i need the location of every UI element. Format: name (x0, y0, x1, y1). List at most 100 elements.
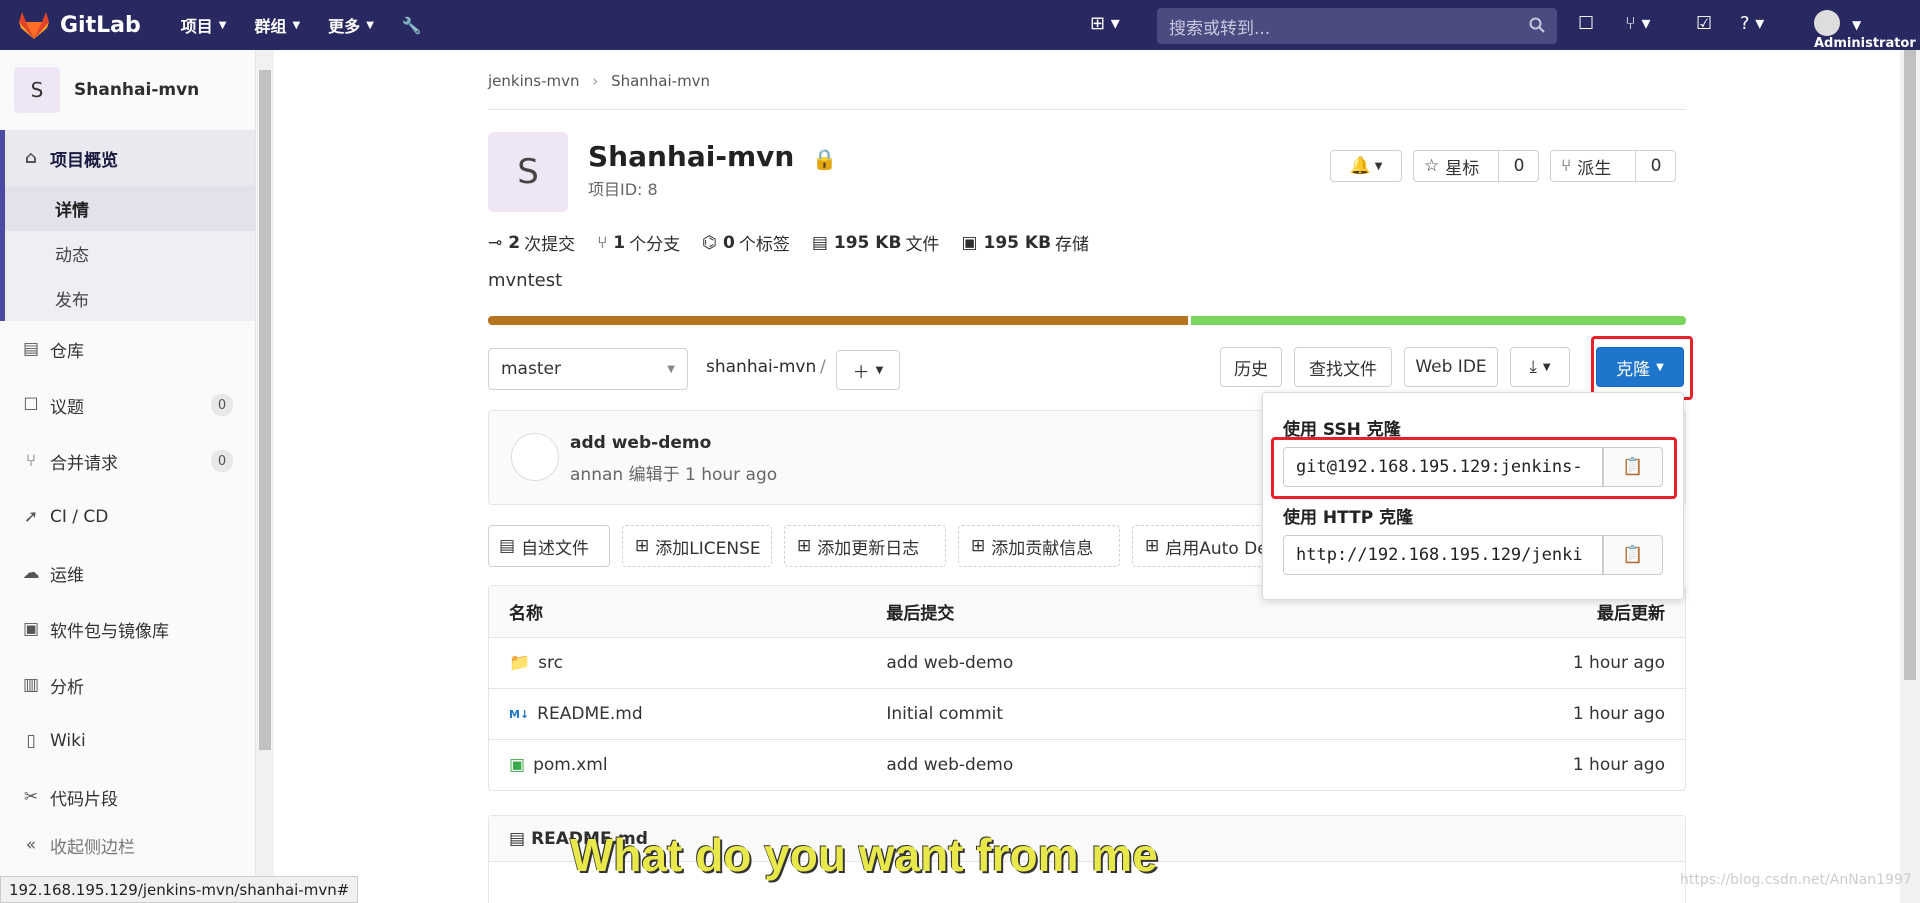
sidebar-item-repository[interactable]: ▤ 仓库 (0, 321, 255, 377)
table-row[interactable]: M↓ README.md Initial commit 1 hour ago (489, 688, 1685, 739)
file-name[interactable]: README.md (537, 704, 642, 724)
fork-button[interactable]: ⑂ 派生 0 (1550, 150, 1676, 182)
merge-request-icon[interactable]: ⑂ ▾ (1625, 13, 1651, 34)
chevron-down-icon: ▼ (292, 19, 301, 31)
star-count[interactable]: 0 (1498, 151, 1539, 181)
file-last-commit[interactable]: add web-demo (886, 755, 1445, 775)
web-ide-button[interactable]: Web IDE (1404, 347, 1498, 387)
add-file-button[interactable]: ＋ ▼ (836, 350, 900, 390)
notification-button[interactable]: 🔔 ▼ (1330, 150, 1402, 182)
user-avatar[interactable] (1814, 10, 1840, 36)
readme-button[interactable]: ▤ 自述文件 (488, 525, 610, 567)
nav-more[interactable]: 更多 ▼ (328, 13, 374, 37)
repo-path[interactable]: shanhai-mvn (706, 357, 816, 377)
file-last-commit[interactable]: add web-demo (886, 653, 1445, 673)
copy-http-button[interactable]: 📋 (1603, 535, 1663, 575)
sidebar-item-wiki[interactable]: ▯ Wiki (0, 713, 255, 769)
sidebar-item-cicd[interactable]: ➚ CI / CD (0, 489, 255, 545)
rocket-icon: ➚ (23, 507, 39, 527)
sidebar-item-snippets[interactable]: ✂ 代码片段 (0, 769, 255, 825)
sidebar: S Shanhai-mvn ⌂ 项目概览 详情 动态 发布 ▤ 仓库 ☐ 议题 0 ⑂… (0, 50, 256, 903)
add-changelog-button[interactable]: ⊞ 添加更新日志 (784, 525, 946, 567)
admin-wrench-icon[interactable]: 🔧 (402, 16, 422, 35)
package-icon: ▣ (22, 619, 40, 639)
sidebar-item-operations[interactable]: ☁ 运维 (0, 545, 255, 601)
sidebar-scrollbar[interactable] (256, 50, 274, 903)
table-row[interactable]: 📁 src add web-demo 1 hour ago (489, 637, 1685, 688)
commit-icon: ⊸ (488, 232, 503, 253)
new-plus-icon[interactable]: ⊞ ▾ (1090, 13, 1120, 34)
help-icon[interactable]: ? ▾ (1740, 13, 1764, 34)
sidebar-sub-activity[interactable]: 动态 (0, 231, 255, 276)
language-bar-segment-html[interactable] (1191, 316, 1686, 325)
language-bar (488, 316, 1686, 325)
search-input[interactable]: 搜索或转到... (1157, 8, 1557, 44)
sidebar-scrollbar-thumb[interactable] (259, 70, 271, 750)
storage-label: 存储 (1055, 235, 1090, 255)
file-name[interactable]: src (538, 653, 563, 673)
commits-stat[interactable]: ⊸ 2 次提交 (488, 230, 575, 256)
table-row[interactable]: ▣ pom.xml add web-demo 1 hour ago (489, 739, 1685, 790)
header-name: 名称 (509, 604, 543, 624)
sidebar-item-analytics[interactable]: ▥ 分析 (0, 657, 255, 713)
commit-time: 1 hour ago (684, 465, 778, 485)
language-bar-segment-java[interactable] (488, 316, 1189, 325)
commit-action: 编辑于 (628, 465, 680, 485)
gitlab-logo[interactable]: GitLab (18, 10, 141, 40)
sidebar-project-avatar: S (14, 67, 60, 113)
branches-label: 个分支 (629, 235, 681, 255)
nav-projects[interactable]: 项目 ▼ (181, 13, 227, 37)
issues-icon[interactable]: ☐ (1578, 13, 1594, 34)
add-changelog-label: 添加更新日志 (817, 538, 920, 559)
file-name[interactable]: pom.xml (533, 755, 608, 775)
page-scrollbar-thumb[interactable] (1904, 50, 1916, 680)
sidebar-item-packages[interactable]: ▣ 软件包与镜像库 (0, 601, 255, 657)
todo-icon[interactable]: ☑ (1696, 13, 1712, 34)
add-license-button[interactable]: ⊞ 添加LICENSE (622, 525, 772, 567)
sidebar-item-issues[interactable]: ☐ 议题 0 (0, 377, 255, 433)
merge-request-icon: ⑂ (25, 451, 37, 471)
commit-title[interactable]: add web-demo (570, 433, 711, 453)
storage-icon: ▣ (961, 232, 978, 253)
star-button[interactable]: ☆ 星标 0 (1413, 150, 1539, 182)
sidebar-item-label: 分析 (50, 677, 84, 698)
breadcrumb-group[interactable]: jenkins-mvn (488, 72, 580, 90)
clipboard-icon: 📋 (1622, 545, 1644, 565)
chevron-down-icon[interactable]: ▼ (1852, 18, 1861, 32)
sidebar-project-header[interactable]: S Shanhai-mvn (0, 50, 255, 130)
find-file-button[interactable]: 查找文件 (1294, 347, 1392, 387)
sidebar-sub-releases[interactable]: 发布 (0, 276, 255, 321)
branch-select[interactable]: master ▼ (488, 348, 688, 390)
branches-stat[interactable]: ⑂ 1 个分支 (597, 230, 681, 256)
sidebar-item-overview[interactable]: ⌂ 项目概览 (0, 130, 255, 186)
commits-count: 2 (508, 232, 521, 253)
add-contributing-label: 添加贡献信息 (991, 538, 1094, 559)
breadcrumb-project[interactable]: Shanhai-mvn (611, 72, 710, 90)
sidebar-collapse-label: 收起侧边栏 (50, 837, 135, 858)
breadcrumb: jenkins-mvn › Shanhai-mvn (488, 72, 710, 90)
file-icon: ▤ (509, 828, 526, 849)
history-button[interactable]: 历史 (1220, 347, 1282, 387)
sidebar-item-merge-requests[interactable]: ⑂ 合并请求 0 (0, 433, 255, 489)
files-label: 文件 (905, 235, 940, 255)
file-updated: 1 hour ago (1572, 704, 1665, 724)
sidebar-item-label: 议题 (50, 397, 84, 418)
storage-size: 195 KB (983, 232, 1052, 253)
fork-count[interactable]: 0 (1635, 151, 1676, 181)
sidebar-collapse[interactable]: « 收起侧边栏 (0, 825, 255, 865)
add-license-label: 添加LICENSE (655, 538, 761, 559)
download-button[interactable]: ⤓ ▼ (1510, 347, 1570, 387)
page-scrollbar[interactable] (1900, 50, 1920, 903)
commit-author[interactable]: annan (570, 465, 623, 485)
star-label: 星标 (1445, 158, 1480, 179)
add-contributing-button[interactable]: ⊞ 添加贡献信息 (958, 525, 1120, 567)
tags-stat[interactable]: ⌬ 0 个标签 (702, 230, 790, 256)
http-clone-url-input[interactable]: http://192.168.195.129/jenki (1283, 535, 1603, 575)
files-stat[interactable]: ▤ 195 KB 文件 (812, 230, 940, 256)
nav-groups[interactable]: 群组 ▼ (254, 13, 300, 37)
sidebar-sub-details[interactable]: 详情 (0, 186, 255, 231)
file-last-commit[interactable]: Initial commit (886, 704, 1445, 724)
collapse-icon: « (25, 835, 37, 855)
commit-author-avatar[interactable] (511, 433, 559, 481)
plus-icon: ＋ (852, 362, 870, 383)
